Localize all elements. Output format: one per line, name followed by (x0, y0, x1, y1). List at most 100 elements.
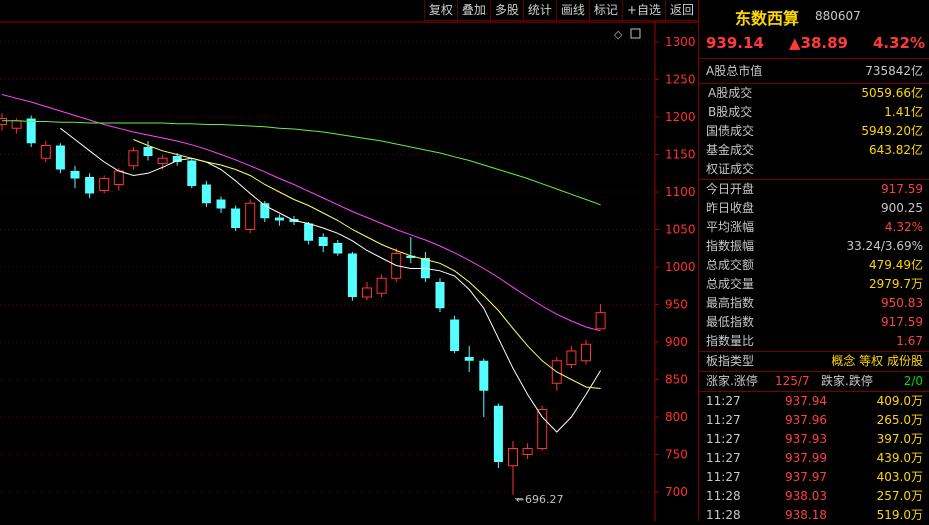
candle-body-up (0, 118, 7, 125)
diamond-icon: ◇ (614, 28, 623, 41)
toolbar-button[interactable]: 返回 (664, 0, 698, 21)
candle-body-up (581, 343, 591, 362)
candle-body-down (143, 147, 153, 156)
y-tick-label: 700 (665, 485, 688, 499)
candle-body-down (304, 223, 314, 241)
y-tick-label: 900 (665, 335, 688, 349)
candle-body-up (128, 150, 139, 167)
board-type-row: 板指类型 概念 等权 成份股 (699, 352, 929, 372)
tick-row: 11:27 937.96 265.0万 (706, 413, 923, 427)
stat-row: B股成交 1.41亿 (708, 105, 923, 119)
moving-average-line (133, 139, 601, 389)
updown-row: 涨家.涨停 125/7 跌家.跌停 2/0 (699, 372, 929, 392)
candle-body-up (595, 312, 606, 330)
candle-body-up (566, 350, 577, 365)
quote-panel: 东数西算 880607 939.14 ▲38.89 4.32% A股总市值 73… (698, 0, 929, 522)
toolbar-button[interactable]: 标记 (588, 0, 622, 21)
toolbar-button[interactable]: 复权 (423, 0, 457, 21)
candle-body-up (376, 277, 387, 294)
candle-body-down (231, 208, 241, 228)
candle-body-down (85, 177, 95, 194)
y-tick-label: 800 (665, 410, 688, 424)
kline-chart[interactable]: 1300 1250 1200 1150 1100 1050 1000 950 900 850 800… (0, 0, 698, 521)
stat-row: 最低指数 917.59 (706, 315, 923, 329)
candle-body-down (464, 357, 474, 361)
stat-row: 总成交额 479.49亿 (706, 258, 923, 272)
y-tick-label: 1200 (665, 110, 696, 124)
current-price: 939.14 (706, 34, 764, 52)
candle-body-up (40, 145, 51, 159)
y-tick-label: 1050 (665, 223, 696, 237)
market-cap-row: A股总市值 735842亿 (699, 59, 929, 84)
candle-body-up (362, 287, 372, 298)
toolbar-button[interactable]: +自选 (621, 0, 665, 21)
stats-list: A股成交 5059.66亿 B股成交 1.41亿 国债成交 5949.20亿 基金成交 643… (699, 84, 929, 352)
candle-body-up (99, 178, 110, 191)
stat-row: 指数振幅 33.24/3.69% (706, 239, 923, 253)
tick-row: 11:27 937.94 409.0万 (706, 394, 923, 408)
index-name: 东数西算 (735, 9, 800, 28)
candle-body-up (508, 448, 518, 467)
candle-body-up (157, 157, 168, 164)
price-row: 939.14 ▲38.89 4.32% (699, 30, 929, 59)
stat-row: 基金成交 643.82亿 (706, 143, 923, 157)
y-tick-label: 850 (665, 373, 688, 387)
candle-body-down (274, 217, 284, 221)
tick-row: 11:28 938.03 257.0万 (706, 489, 923, 503)
candle-body-down (479, 360, 489, 391)
price-change: ▲38.89 (789, 34, 848, 52)
index-code: 880607 (815, 9, 861, 23)
candle-body-up (113, 170, 124, 185)
low-marker-arrow: ← (516, 495, 524, 506)
y-tick-label: 1100 (665, 185, 696, 199)
low-marker-label: 696.27 (525, 493, 564, 506)
tick-list: 11:27 937.94 409.0万 11:27 937.96 265.0万 11:27 9… (699, 392, 929, 525)
candle-body-up (245, 202, 256, 230)
board-type-value[interactable]: 概念 等权 成份股 (831, 352, 923, 371)
toolbar-button[interactable]: 画线 (555, 0, 589, 21)
stat-row: A股成交 5059.66亿 (708, 86, 923, 100)
y-tick-label: 1000 (665, 260, 696, 274)
y-tick-label: 750 (665, 448, 688, 462)
stat-row: 权证成交 (699, 160, 929, 180)
tick-row: 11:27 937.97 403.0万 (706, 470, 923, 484)
stat-row: 平均涨幅 4.32% (706, 220, 923, 234)
candle-body-down (70, 171, 80, 179)
candle-body-down (55, 145, 65, 170)
y-tick-label: 1150 (665, 148, 696, 162)
candle-body-down (333, 243, 343, 254)
square-icon (630, 28, 641, 39)
index-header: 东数西算 880607 (699, 0, 929, 30)
candle-body-down (450, 319, 460, 351)
stat-row: 最高指数 950.83 (706, 296, 923, 310)
candle-body-down (187, 160, 197, 186)
tick-row: 11:28 938.18 519.0万 (706, 508, 923, 522)
candle-body-up (537, 409, 548, 449)
toolbar-button[interactable]: 叠加 (456, 0, 490, 21)
toolbar-button[interactable]: 统计 (522, 0, 556, 21)
y-tick-label: 950 (665, 298, 688, 312)
price-change-pct: 4.32% (872, 34, 925, 52)
candle-body-down (216, 199, 226, 209)
candle-body-down (26, 118, 36, 144)
candle-body-down (347, 253, 357, 297)
chart-toolbar: 复权 叠加 多股 统计 画线 标记 +自选 返回 (0, 0, 698, 22)
stat-row: 今日开盘 917.59 (706, 182, 923, 196)
stat-row: 总成交量 2979.7万 (706, 277, 923, 291)
tick-row: 11:27 937.99 439.0万 (706, 451, 923, 465)
moving-average-line (60, 127, 602, 433)
candle-body-down (318, 237, 328, 246)
stat-row: 国债成交 5949.20亿 (706, 124, 923, 138)
stat-row: 昨日收盘 900.25 (706, 201, 923, 215)
toolbar-button[interactable]: 多股 (489, 0, 523, 21)
y-tick-label: 1250 (665, 73, 696, 87)
candle-body-down (435, 282, 445, 309)
candle-body-up (11, 120, 22, 129)
tick-row: 11:27 937.93 397.0万 (706, 432, 923, 446)
candle-body-down (201, 184, 211, 204)
candle-body-up (522, 448, 533, 455)
kline-chart-area[interactable]: 1300 1250 1200 1150 1100 1050 1000 950 900 850 800… (0, 0, 698, 521)
y-tick-label: 1300 (665, 35, 696, 49)
candle-body-down (493, 405, 503, 462)
stat-row: 指数量比 1.67 (699, 332, 929, 352)
